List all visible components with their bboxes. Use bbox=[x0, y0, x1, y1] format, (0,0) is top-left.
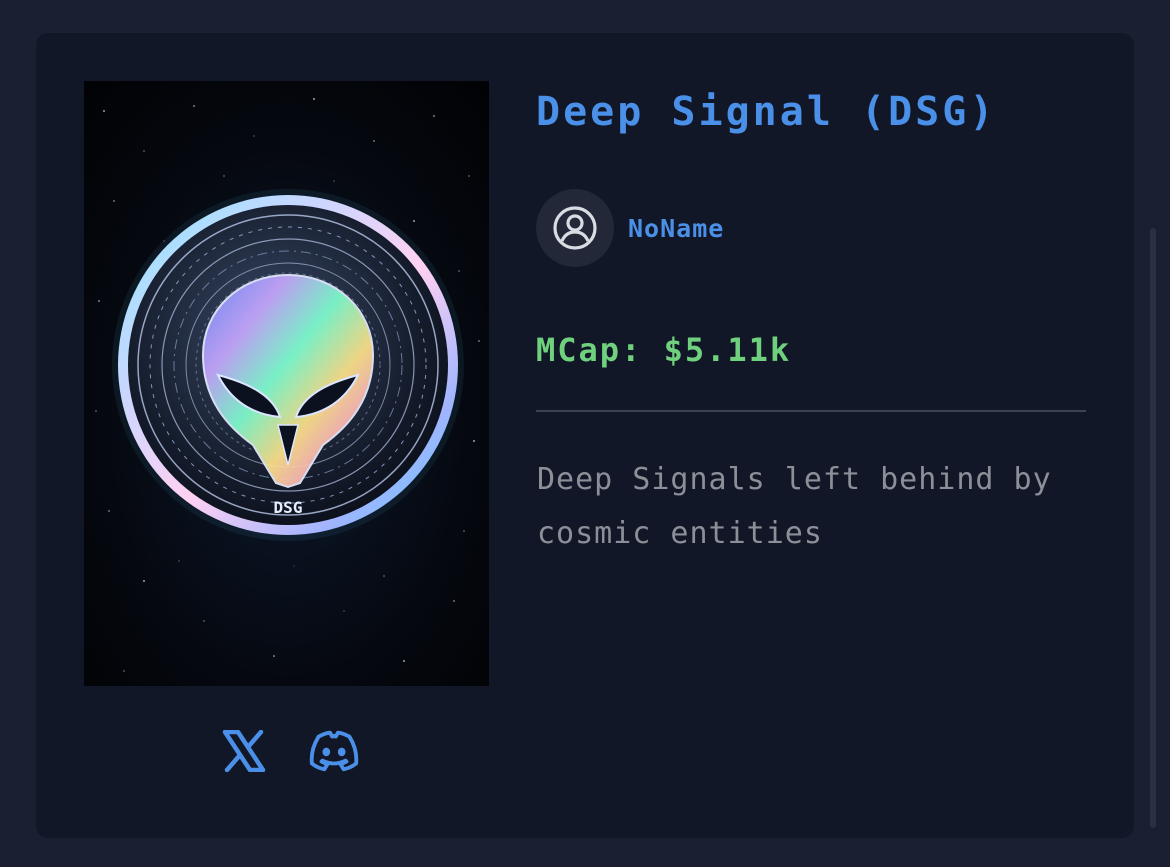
token-card: DSG Deep Signal (DSG) NoName MCap: $5.11… bbox=[36, 33, 1134, 838]
coin-artwork: DSG bbox=[84, 81, 489, 686]
token-image[interactable]: DSG bbox=[84, 81, 489, 686]
token-description: Deep Signals left behind by cosmic entit… bbox=[537, 462, 1052, 551]
creator-row[interactable]: NoName bbox=[536, 189, 724, 267]
market-cap: MCap: $5.11k bbox=[536, 331, 792, 369]
user-circle-icon bbox=[553, 206, 597, 250]
divider bbox=[536, 410, 1086, 412]
social-links bbox=[219, 729, 359, 773]
discord-icon[interactable] bbox=[309, 729, 359, 773]
creator-name[interactable]: NoName bbox=[628, 214, 724, 243]
scrollbar[interactable] bbox=[1150, 228, 1156, 828]
avatar[interactable] bbox=[536, 189, 614, 267]
x-logo-icon[interactable] bbox=[219, 729, 269, 773]
coin-engraving: DSG bbox=[274, 498, 303, 517]
token-title: Deep Signal (DSG) bbox=[536, 89, 997, 135]
